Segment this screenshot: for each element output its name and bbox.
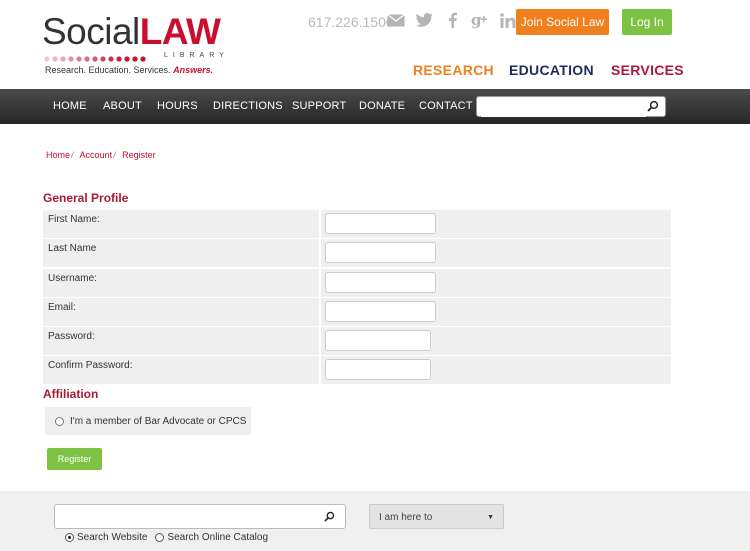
email-field[interactable] [325,300,436,322]
search-website-option[interactable]: Search Website [65,532,147,543]
social-icons: g [387,11,517,29]
form-row-username: Username: [43,268,671,298]
footer-search-scope: Search Website Search Online Catalog [65,532,268,543]
email-label: Email: [43,297,319,326]
chevron-down-icon: ▼ [487,514,494,521]
confirm-password-field[interactable] [325,359,431,381]
i-am-here-to-select[interactable]: I am here to ▼ [369,504,504,529]
navbar-search [476,96,666,117]
nav-hours[interactable]: HOURS [157,89,198,124]
form-row-password: Password: [43,327,671,356]
search-catalog-radio[interactable] [155,533,165,542]
general-profile-title: General Profile [43,191,129,205]
register-button[interactable]: Register [47,448,102,470]
nav-directions[interactable]: DIRECTIONS [213,89,283,124]
nav-support[interactable]: SUPPORT [292,89,346,124]
nav-education[interactable]: EDUCATION [509,62,594,78]
breadcrumb-register[interactable]: Register [122,150,156,160]
confirm-password-label: Confirm Password: [43,356,319,385]
nav-home[interactable]: HOME [53,89,87,124]
logo-dots [44,56,146,62]
form-row-email: Email: [43,297,671,327]
navbar-search-input[interactable] [481,97,646,117]
nav-about[interactable]: ABOUT [103,89,142,124]
breadcrumb-home[interactable]: Home [46,150,70,160]
password-label: Password: [43,327,319,356]
facebook-icon[interactable] [443,11,461,29]
footer-search-band: I am here to ▼ Search Website Search Onl… [0,491,750,551]
bar-advocate-label: I'm a member of Bar Advocate or CPCS [70,416,247,427]
site-header: SocialLAW LIBRARY Research. Education. S… [0,0,750,89]
form-row-first-name: First Name: [43,210,671,239]
search-icon[interactable] [647,100,659,112]
first-name-field[interactable] [325,213,436,234]
log-in-button[interactable]: Log In [622,9,672,35]
username-field[interactable] [325,271,436,293]
form-row-confirm-password: Confirm Password: [43,356,671,385]
nav-donate[interactable]: DONATE [359,89,405,124]
last-name-field[interactable] [325,242,436,264]
password-field[interactable] [325,330,431,352]
nav-services[interactable]: SERVICES [611,62,684,78]
nav-research[interactable]: RESEARCH [413,62,494,78]
phone-number: 617.226.1500 [308,14,394,30]
twitter-icon[interactable] [415,11,433,29]
google-plus-icon[interactable]: g [471,11,489,29]
join-social-law-button[interactable]: Join Social Law [516,9,609,35]
linkedin-icon[interactable] [499,11,517,29]
last-name-label: Last Name [43,239,319,268]
bar-advocate-radio[interactable] [55,417,64,426]
svg-text:g: g [471,12,482,28]
mail-icon[interactable] [387,11,405,29]
username-label: Username: [43,268,319,297]
nav-contact[interactable]: CONTACT [419,89,473,124]
footer-search[interactable] [54,504,346,529]
search-catalog-option[interactable]: Search Online Catalog [155,532,268,543]
search-icon[interactable] [324,511,335,522]
search-website-radio[interactable] [65,533,74,542]
breadcrumb: Home/ Account/ Register [46,150,156,160]
first-name-label: First Name: [43,210,319,238]
form-row-last-name: Last Name [43,239,671,268]
affiliation-option[interactable]: I'm a member of Bar Advocate or CPCS [45,407,251,435]
logo-library-text: LIBRARY [164,52,229,59]
breadcrumb-account[interactable]: Account [80,150,113,160]
social-law-logo[interactable]: SocialLAW LIBRARY Research. Education. S… [42,11,232,76]
top-navbar: HOME ABOUT HOURS DIRECTIONS SUPPORT DONA… [0,89,750,124]
logo-tagline: Research. Education. Services. Answers. [45,65,214,75]
general-profile-form: First Name: Last Name Username: Email: P… [43,210,671,386]
logo-wordmark: SocialLAW [42,11,221,52]
affiliation-title: Affiliation [43,387,99,401]
